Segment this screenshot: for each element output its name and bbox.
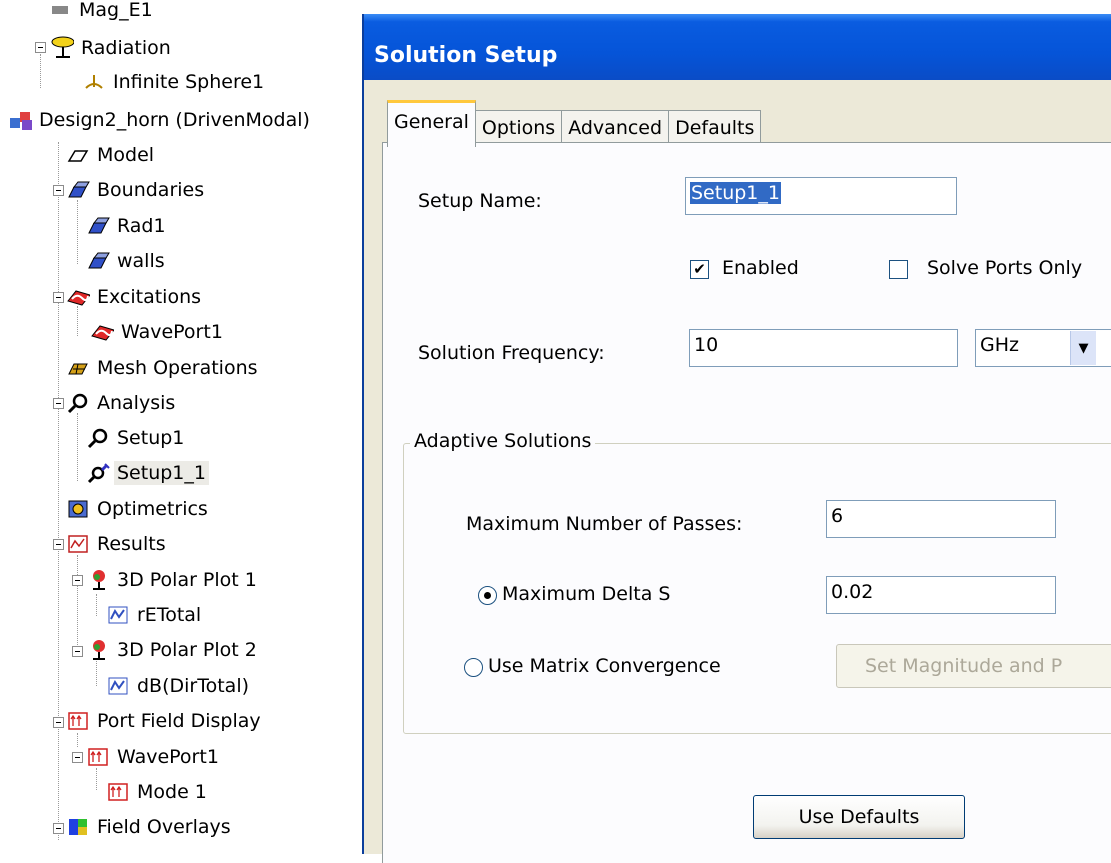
enabled-checkbox[interactable]: ✔ [690, 260, 709, 279]
port-field-icon [66, 710, 90, 732]
boundary-icon [86, 215, 110, 237]
tree-item-mode-1[interactable]: Mode 1 [106, 776, 210, 808]
infinite-sphere-icon [82, 71, 106, 93]
setup-name-label: Setup Name: [418, 190, 542, 212]
adaptive-solutions-title: Adaptive Solutions [410, 430, 596, 452]
results-chart-icon [66, 533, 90, 555]
max-delta-s-value: 0.02 [831, 581, 874, 603]
boundaries-icon [66, 179, 90, 201]
trace-icon [106, 604, 130, 626]
frequency-unit-select[interactable]: GHz ▼ [975, 329, 1111, 367]
polar-plot-icon [86, 639, 110, 661]
tree-item-setup1[interactable]: Setup1 [86, 422, 187, 454]
analysis-collapse-toggle[interactable] [53, 398, 64, 409]
dialog-title: Solution Setup [374, 43, 558, 68]
setup-magnifier-icon [86, 427, 110, 449]
model-box-icon [66, 144, 90, 166]
tree-item-boundaries[interactable]: Boundaries [66, 174, 207, 206]
tree-item-radiation[interactable]: Radiation [50, 32, 174, 64]
tree-item-db-dirtotal[interactable]: dB(DirTotal) [106, 670, 252, 702]
set-magnitude-button[interactable]: Set Magnitude and P [836, 644, 1111, 688]
max-delta-s-input[interactable]: 0.02 [826, 576, 1056, 614]
max-passes-label: Maximum Number of Passes: [466, 513, 743, 535]
tab-general[interactable]: General [387, 100, 476, 147]
tree-item-mesh-operations[interactable]: Mesh Operations [66, 352, 261, 384]
analysis-magnifier-icon [66, 392, 90, 414]
radiation-collapse-toggle[interactable] [35, 42, 46, 53]
use-defaults-button[interactable]: Use Defaults [753, 795, 965, 839]
tree-item-retotal[interactable]: rETotal [106, 599, 204, 631]
solution-frequency-label: Solution Frequency: [418, 342, 605, 364]
optimetrics-icon [66, 498, 90, 520]
tree-item-rad1[interactable]: Rad1 [86, 210, 169, 242]
solve-ports-only-label: Solve Ports Only [927, 257, 1083, 279]
general-tab-panel: Setup Name: Setup1_1 ✔ Enabled Solve Por… [382, 142, 1111, 863]
tab-advanced[interactable]: Advanced [561, 110, 670, 145]
tab-options[interactable]: Options [474, 110, 563, 145]
tree-item-waveport1[interactable]: WavePort1 [90, 316, 226, 348]
max-passes-input[interactable]: 6 [826, 500, 1056, 538]
results-collapse-toggle[interactable] [53, 539, 64, 550]
setup-magnifier-edit-icon [86, 462, 110, 484]
max-passes-value: 6 [831, 505, 844, 527]
polar-plot-2-collapse-toggle[interactable] [72, 646, 83, 657]
dialog-titlebar[interactable]: Solution Setup [364, 14, 1111, 80]
port-field-icon [86, 746, 110, 768]
setup-name-input[interactable]: Setup1_1 [685, 177, 957, 215]
tree-item-analysis[interactable]: Analysis [66, 387, 178, 419]
tab-strip: General Options Advanced Defaults [387, 98, 762, 147]
waveport-icon [90, 321, 114, 343]
excitation-icon [66, 286, 90, 308]
excitations-collapse-toggle[interactable] [53, 292, 64, 303]
radiation-antenna-icon [50, 36, 74, 59]
waveport-field-collapse-toggle[interactable] [72, 752, 83, 763]
tree-item-optimetrics[interactable]: Optimetrics [66, 493, 211, 525]
port-field-icon [106, 781, 130, 803]
tree-item-excitations[interactable]: Excitations [66, 281, 204, 313]
tree-item-mag-e1[interactable]: Mag_E1 [48, 0, 156, 26]
solution-frequency-input[interactable]: 10 [689, 329, 958, 367]
use-matrix-convergence-radio[interactable] [464, 658, 483, 677]
tree-item-setup1-1[interactable]: Setup1_1 [86, 457, 209, 489]
field-plot-icon [48, 0, 72, 21]
tree-item-model[interactable]: Model [66, 139, 157, 171]
tree-item-3d-polar-plot-1[interactable]: 3D Polar Plot 1 [86, 564, 260, 596]
project-tree: Mag_E1 Radiation Infinite Sphere1 Design… [0, 0, 365, 840]
max-delta-s-label: Maximum Delta S [502, 583, 671, 605]
chevron-down-icon[interactable]: ▼ [1070, 331, 1096, 365]
tree-item-waveport-field[interactable]: WavePort1 [86, 741, 222, 773]
tab-defaults[interactable]: Defaults [668, 110, 762, 145]
boundaries-collapse-toggle[interactable] [53, 185, 64, 196]
frequency-unit-value: GHz [980, 334, 1019, 356]
boundary-icon [86, 250, 110, 272]
tree-item-design[interactable]: Design2_horn (DrivenModal) [8, 104, 313, 136]
tree-item-field-overlays[interactable]: Field Overlays [66, 811, 234, 840]
tree-item-infinite-sphere[interactable]: Infinite Sphere1 [82, 66, 267, 98]
tree-item-3d-polar-plot-2[interactable]: 3D Polar Plot 2 [86, 634, 260, 666]
solve-ports-only-checkbox[interactable] [889, 260, 908, 279]
port-field-display-collapse-toggle[interactable] [53, 717, 64, 728]
solution-frequency-value: 10 [694, 334, 719, 356]
enabled-label: Enabled [722, 257, 799, 279]
trace-icon [106, 675, 130, 697]
adaptive-solutions-group: Adaptive Solutions Maximum Number of Pas… [403, 430, 1111, 734]
polar-plot-icon [86, 569, 110, 591]
tree-item-results[interactable]: Results [66, 528, 169, 560]
setup-name-value: Setup1_1 [690, 182, 781, 204]
design-cubes-icon [8, 109, 32, 131]
solution-setup-dialog: Solution Setup General Options Advanced … [362, 14, 1111, 863]
polar-plot-1-collapse-toggle[interactable] [72, 575, 83, 586]
use-matrix-convergence-label: Use Matrix Convergence [488, 655, 721, 677]
tree-item-port-field-display[interactable]: Port Field Display [66, 705, 264, 737]
max-delta-s-radio[interactable] [478, 586, 497, 605]
mesh-icon [66, 357, 90, 379]
field-overlays-icon [66, 816, 90, 838]
field-overlays-collapse-toggle[interactable] [53, 823, 64, 834]
tree-item-walls[interactable]: walls [86, 245, 168, 277]
